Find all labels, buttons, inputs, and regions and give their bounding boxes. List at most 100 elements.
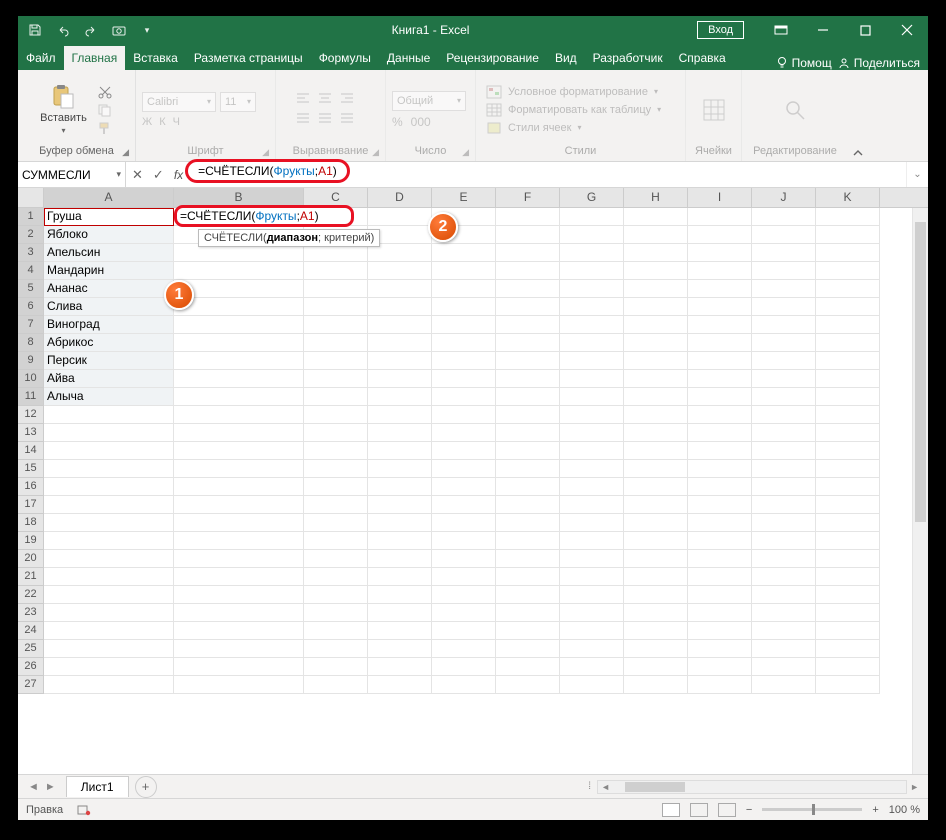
cell[interactable]	[44, 676, 174, 694]
cell[interactable]	[752, 352, 816, 370]
cell[interactable]	[496, 406, 560, 424]
editing-button[interactable]	[778, 95, 812, 125]
cell[interactable]	[816, 532, 880, 550]
cell[interactable]	[752, 568, 816, 586]
cell[interactable]	[752, 586, 816, 604]
macro-record-icon[interactable]	[77, 804, 91, 816]
cell[interactable]	[560, 352, 624, 370]
cell[interactable]	[816, 442, 880, 460]
cell[interactable]	[174, 568, 304, 586]
cell[interactable]	[560, 640, 624, 658]
cell[interactable]	[304, 514, 368, 532]
cell[interactable]	[688, 478, 752, 496]
cell[interactable]	[304, 640, 368, 658]
cell[interactable]	[496, 496, 560, 514]
row-header[interactable]: 25	[18, 640, 44, 658]
column-header[interactable]: E	[432, 188, 496, 207]
normal-view-icon[interactable]	[662, 803, 680, 817]
cell[interactable]	[624, 550, 688, 568]
cell[interactable]	[816, 622, 880, 640]
cell[interactable]	[174, 388, 304, 406]
signin-button[interactable]: Вход	[697, 21, 744, 39]
number-format-combo[interactable]: Общий▾	[392, 91, 466, 111]
cell[interactable]	[560, 496, 624, 514]
cell[interactable]	[624, 658, 688, 676]
cell[interactable]	[752, 460, 816, 478]
cell[interactable]	[816, 370, 880, 388]
cell[interactable]	[816, 514, 880, 532]
cell[interactable]	[624, 568, 688, 586]
row-header[interactable]: 20	[18, 550, 44, 568]
vertical-scrollbar[interactable]	[912, 208, 928, 774]
cell[interactable]	[304, 496, 368, 514]
cell[interactable]	[432, 532, 496, 550]
cell[interactable]	[496, 622, 560, 640]
cell[interactable]	[304, 298, 368, 316]
zoom-in-icon[interactable]: +	[872, 804, 878, 816]
cell[interactable]	[368, 352, 432, 370]
cell[interactable]	[304, 604, 368, 622]
cell[interactable]	[560, 226, 624, 244]
cell[interactable]	[304, 586, 368, 604]
maximize-button[interactable]	[844, 16, 886, 44]
cell[interactable]	[432, 658, 496, 676]
cell[interactable]	[624, 316, 688, 334]
qat-dropdown-icon[interactable]: ▾	[140, 23, 154, 37]
cell[interactable]	[624, 406, 688, 424]
cell[interactable]	[304, 280, 368, 298]
cell[interactable]	[44, 514, 174, 532]
row-header[interactable]: 22	[18, 586, 44, 604]
cell[interactable]	[816, 298, 880, 316]
row-header[interactable]: 11	[18, 388, 44, 406]
cell[interactable]	[496, 280, 560, 298]
cell[interactable]	[44, 586, 174, 604]
cell[interactable]	[174, 352, 304, 370]
row-header[interactable]: 9	[18, 352, 44, 370]
cell[interactable]	[304, 460, 368, 478]
cell[interactable]	[496, 226, 560, 244]
cell[interactable]	[304, 442, 368, 460]
cell[interactable]	[688, 262, 752, 280]
cell[interactable]	[816, 586, 880, 604]
tab-review[interactable]: Рецензирование	[438, 46, 547, 70]
cell[interactable]	[432, 244, 496, 262]
cell[interactable]	[688, 298, 752, 316]
row-header[interactable]: 4	[18, 262, 44, 280]
cell[interactable]	[174, 640, 304, 658]
cell[interactable]	[496, 478, 560, 496]
undo-icon[interactable]	[56, 23, 70, 37]
camera-icon[interactable]	[112, 23, 126, 37]
cell[interactable]	[688, 586, 752, 604]
ribbon-options-icon[interactable]	[760, 16, 802, 44]
editing-cell[interactable]: =СЧЁТЕСЛИ(Фрукты;A1)	[174, 205, 354, 227]
fx-icon[interactable]: fx	[174, 168, 183, 182]
cell[interactable]	[368, 298, 432, 316]
zoom-slider[interactable]	[762, 808, 862, 811]
cell[interactable]	[368, 640, 432, 658]
cell[interactable]	[624, 280, 688, 298]
cell[interactable]	[44, 406, 174, 424]
tab-view[interactable]: Вид	[547, 46, 585, 70]
cell[interactable]	[496, 550, 560, 568]
cell[interactable]	[44, 496, 174, 514]
cell[interactable]	[432, 442, 496, 460]
cell[interactable]	[44, 550, 174, 568]
row-header[interactable]: 12	[18, 406, 44, 424]
paste-button[interactable]: Вставить ▾	[36, 82, 91, 137]
cell[interactable]	[688, 460, 752, 478]
cell[interactable]	[752, 244, 816, 262]
cell[interactable]	[560, 550, 624, 568]
cell[interactable]	[496, 568, 560, 586]
cell[interactable]	[688, 370, 752, 388]
cell[interactable]	[624, 640, 688, 658]
cell[interactable]	[624, 532, 688, 550]
cell[interactable]	[174, 262, 304, 280]
cell[interactable]: Айва	[44, 370, 174, 388]
row-header[interactable]: 23	[18, 604, 44, 622]
save-icon[interactable]	[28, 23, 42, 37]
cell[interactable]	[432, 586, 496, 604]
cell[interactable]	[688, 424, 752, 442]
cell[interactable]	[688, 622, 752, 640]
cell[interactable]	[752, 388, 816, 406]
cell[interactable]	[368, 388, 432, 406]
